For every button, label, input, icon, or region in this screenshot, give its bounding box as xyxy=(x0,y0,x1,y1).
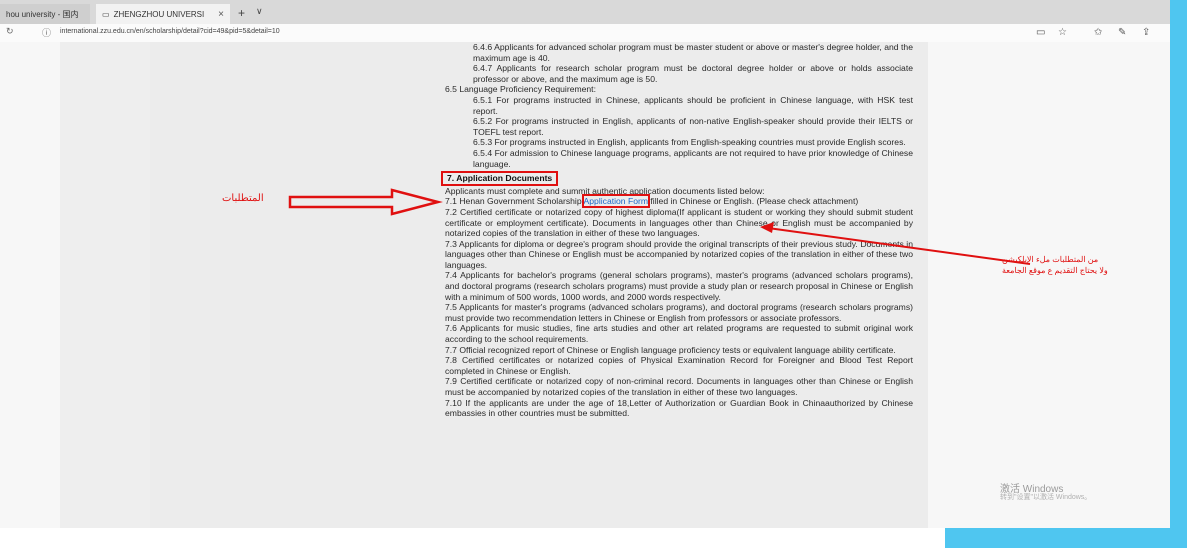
document-item: 7.3 Applicants for diploma or degree's p… xyxy=(445,238,913,270)
tab-label: ZHENGZHOU UNIVERSI xyxy=(113,9,205,19)
section-title: 7. Application Documents xyxy=(441,169,913,186)
requirement-line: 6.5.3 For programs instructed in English… xyxy=(473,137,906,148)
section-intro: Applicants must complete and summit auth… xyxy=(445,185,765,196)
requirement-line: 6.5.4 For admission to Chinese language … xyxy=(473,147,913,169)
requirement-line: 6.4.7 Applicants for research scholar pr… xyxy=(473,63,913,84)
favorite-star-icon[interactable]: ☆ xyxy=(1058,27,1067,38)
application-form-link[interactable]: Application Form xyxy=(581,194,651,209)
address-bar: ↻ ⓘ international.zzu.edu.cn/en/scholars… xyxy=(0,24,1170,43)
reading-view-icon[interactable]: ▭ xyxy=(1036,27,1045,38)
document-item: 7.5 Applicants for master's programs (ad… xyxy=(445,302,913,323)
windows-activation-subtitle: 转到"设置"以激活 Windows。 xyxy=(1000,494,1092,501)
form-note-annotation: من المتطلبات ملء الإبلكيشن ولا يحتاج الت… xyxy=(1002,255,1108,275)
share-icon[interactable]: ⇪ xyxy=(1142,27,1150,38)
requirement-line: 6.5 Language Proficiency Requirement: xyxy=(445,84,596,95)
tab-university[interactable]: hou university - 国内 xyxy=(0,4,90,24)
new-tab-button[interactable]: + xyxy=(238,6,245,20)
close-icon[interactable]: × xyxy=(218,9,224,20)
item-7-1: 7.1 Henan Government Scholarship Applica… xyxy=(445,194,859,209)
requirement-line: 6.4.6 Applicants for advanced scholar pr… xyxy=(473,42,913,63)
browser-window: hou university - 国内 ▭ ZHENGZHOU UNIVERSI… xyxy=(0,0,1170,528)
tab-zhengzhou[interactable]: ▭ ZHENGZHOU UNIVERSI × xyxy=(96,4,230,24)
page-icon: ▭ xyxy=(102,9,110,19)
scholarship-document: 6.4.6 Applicants for advanced scholar pr… xyxy=(441,42,913,419)
url-field[interactable]: international.zzu.edu.cn/en/scholarship/… xyxy=(60,28,280,35)
refresh-icon[interactable]: ↻ xyxy=(6,26,14,37)
document-item: 7.8 Certified certificates or notarized … xyxy=(445,355,913,376)
document-item: 7.4 Applicants for bachelor's programs (… xyxy=(445,270,913,302)
notes-icon[interactable]: ✎ xyxy=(1118,27,1126,38)
page-viewport: 6.4.6 Applicants for advanced scholar pr… xyxy=(0,42,1170,528)
document-item: 7.7 Official recognized report of Chines… xyxy=(445,344,896,355)
info-icon[interactable]: ⓘ xyxy=(42,26,51,39)
requirements-list: 6.4.6 Applicants for advanced scholar pr… xyxy=(445,42,913,169)
chevron-down-icon[interactable]: ∨ xyxy=(256,6,263,17)
tab-label: hou university - 国内 xyxy=(6,9,79,19)
page-gutter xyxy=(60,42,150,528)
requirement-line: 6.5.1 For programs instructed in Chinese… xyxy=(473,94,913,116)
document-items: 7.2 Certified certificate or notarized c… xyxy=(445,207,913,419)
requirements-annotation: المتطلبات xyxy=(222,193,264,204)
document-item: 7.9 Certified certificate or notarized c… xyxy=(445,376,913,397)
document-item: 7.2 Certified certificate or notarized c… xyxy=(445,206,913,239)
tab-bar: hou university - 国内 ▭ ZHENGZHOU UNIVERSI… xyxy=(0,0,1170,24)
favorites-icon[interactable]: ✩ xyxy=(1094,27,1102,38)
requirement-line: 6.5.2 For programs instructed in English… xyxy=(473,116,913,137)
document-item: 7.6 Applicants for music studies, fine a… xyxy=(445,323,913,345)
document-item: 7.10 If the applicants are under the age… xyxy=(445,397,913,419)
